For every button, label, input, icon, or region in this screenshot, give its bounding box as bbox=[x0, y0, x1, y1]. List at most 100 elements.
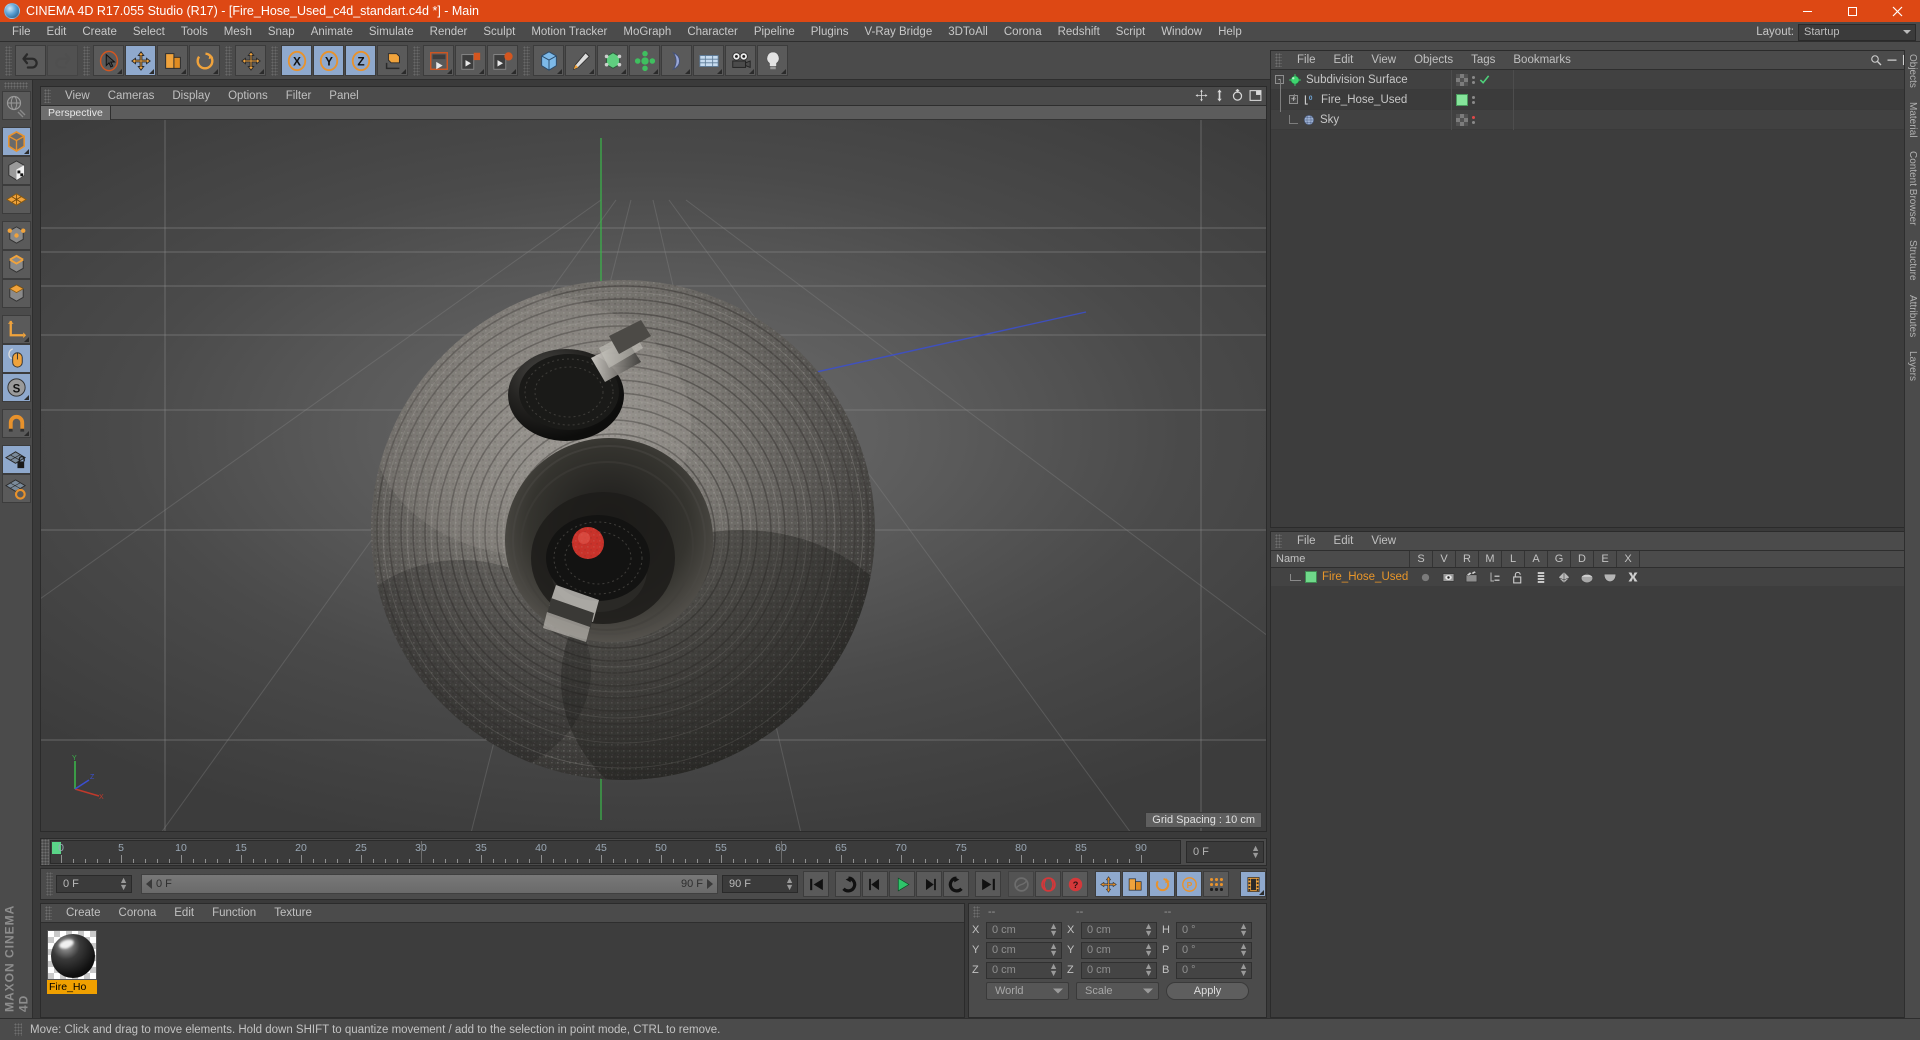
attribute-manager-row[interactable]: Fire_Hose_Used bbox=[1271, 568, 1917, 586]
expand-icon[interactable]: + bbox=[1289, 95, 1298, 104]
viewport-scale-icon[interactable] bbox=[1213, 89, 1226, 105]
object-manager-menu-view[interactable]: View bbox=[1362, 51, 1405, 70]
toolbar-grip[interactable] bbox=[5, 45, 12, 76]
spinner-icon[interactable]: ▲ ▼ bbox=[1049, 941, 1058, 957]
timeline-grip[interactable] bbox=[41, 839, 49, 865]
object-manager-menu-edit[interactable]: Edit bbox=[1325, 51, 1363, 70]
deformer-icon[interactable] bbox=[1577, 571, 1596, 584]
attr-column-name[interactable]: Name bbox=[1271, 551, 1410, 567]
coord-field-rotation-b[interactable]: 0 ° ▲ ▼ bbox=[1176, 961, 1252, 979]
spinner-icon[interactable]: ▲ ▼ bbox=[1239, 941, 1248, 957]
menu-item-character[interactable]: Character bbox=[679, 22, 746, 42]
menu-item-edit[interactable]: Edit bbox=[39, 22, 75, 42]
spinner-icon-2[interactable]: ▲ ▼ bbox=[119, 875, 128, 891]
keyframe-selection-button[interactable]: ? bbox=[1062, 871, 1088, 897]
timeline-track[interactable]: 051015202530354045505560657075808590 bbox=[50, 840, 1181, 864]
attribute-menu-edit[interactable]: Edit bbox=[1325, 532, 1363, 551]
attr-column-v[interactable]: V bbox=[1433, 551, 1456, 567]
toolbar-grip-2[interactable] bbox=[83, 45, 90, 76]
panel-minimize-icon[interactable] bbox=[1886, 54, 1898, 69]
animation-range-slider[interactable]: 0 F 90 F bbox=[141, 874, 718, 894]
material-name-label[interactable]: Fire_Ho bbox=[47, 980, 97, 994]
maximize-button[interactable] bbox=[1830, 0, 1875, 22]
object-axis-mode-button[interactable] bbox=[1, 315, 31, 344]
material-preview-sphere[interactable] bbox=[47, 930, 97, 980]
object-manager-menu-tags[interactable]: Tags bbox=[1462, 51, 1504, 70]
menu-item-pipeline[interactable]: Pipeline bbox=[746, 22, 803, 42]
viewport-3d-canvas[interactable]: Y X Z Grid Spacing : 10 cm bbox=[41, 120, 1266, 831]
viewport-move-icon[interactable] bbox=[1195, 89, 1208, 105]
menu-item-select[interactable]: Select bbox=[125, 22, 173, 42]
viewport-menu-grip[interactable] bbox=[44, 89, 51, 103]
lock-y-axis-button[interactable]: Y bbox=[313, 45, 344, 76]
model-mode-button[interactable] bbox=[1, 127, 31, 156]
manager-tree-icon[interactable] bbox=[1485, 571, 1504, 583]
layer-color-swatch[interactable] bbox=[1305, 571, 1317, 583]
menu-item-sculpt[interactable]: Sculpt bbox=[475, 22, 523, 42]
viewport-tab-perspective[interactable]: Perspective bbox=[41, 105, 111, 120]
coord-field-position-y[interactable]: 0 cm ▲ ▼ bbox=[986, 941, 1062, 959]
parameter-key-button[interactable]: P bbox=[1176, 871, 1202, 897]
visibility-dots-red-icon[interactable] bbox=[1472, 115, 1475, 124]
coord-field-rotation-p[interactable]: 0 ° ▲ ▼ bbox=[1176, 941, 1252, 959]
add-cube-button[interactable] bbox=[533, 45, 564, 76]
material-menu-create[interactable]: Create bbox=[57, 904, 110, 923]
attribute-manager-grip[interactable] bbox=[1275, 534, 1282, 548]
visible-eye-icon[interactable] bbox=[1439, 572, 1458, 583]
viewport-menu-cameras[interactable]: Cameras bbox=[99, 87, 164, 106]
object-row[interactable]: +0 Fire_Hose_Used bbox=[1271, 89, 1917, 110]
go-to-start-button[interactable] bbox=[803, 871, 829, 897]
coord-field-size-z[interactable]: 0 cm ▲ ▼ bbox=[1081, 961, 1157, 979]
object-row-name-cell[interactable]: +0 Fire_Hose_Used bbox=[1271, 93, 1451, 107]
step-forward-button[interactable] bbox=[916, 871, 942, 897]
toolbar-grip-4[interactable] bbox=[271, 45, 278, 76]
live-selection-tool[interactable] bbox=[93, 45, 124, 76]
attr-column-a[interactable]: A bbox=[1525, 551, 1548, 567]
toolbar-grip-6[interactable] bbox=[523, 45, 530, 76]
object-manager-menu-objects[interactable]: Objects bbox=[1405, 51, 1462, 70]
menu-item-motion-tracker[interactable]: Motion Tracker bbox=[523, 22, 615, 42]
menu-item-corona[interactable]: Corona bbox=[996, 22, 1050, 42]
spinner-icon[interactable]: ▲ ▼ bbox=[1049, 921, 1058, 937]
add-mograph-button[interactable] bbox=[629, 45, 660, 76]
minimize-button[interactable] bbox=[1785, 0, 1830, 22]
spinner-icon[interactable]: ▲ ▼ bbox=[1144, 941, 1153, 957]
menu-item-file[interactable]: File bbox=[4, 22, 39, 42]
coordinate-system-dropdown[interactable]: World bbox=[986, 982, 1069, 1000]
fire-hose-3d-object[interactable] bbox=[341, 240, 981, 820]
transport-preview-end-field[interactable]: 90 F ▲ ▼ bbox=[722, 875, 798, 893]
coord-field-size-x[interactable]: 0 cm ▲ ▼ bbox=[1081, 921, 1157, 939]
object-manager-grip[interactable] bbox=[1275, 53, 1282, 67]
menu-item-tools[interactable]: Tools bbox=[173, 22, 216, 42]
checker-tag-icon[interactable] bbox=[1456, 113, 1468, 126]
undo-button[interactable] bbox=[15, 45, 46, 76]
object-row[interactable]: - Subdivision Surface bbox=[1271, 69, 1917, 90]
spinner-icon[interactable]: ▲ ▼ bbox=[1239, 961, 1248, 977]
viewport-menu-panel[interactable]: Panel bbox=[320, 87, 367, 106]
scale-tool[interactable] bbox=[157, 45, 188, 76]
workplane-mode-button[interactable] bbox=[1, 185, 31, 214]
animation-bars-icon[interactable] bbox=[1531, 571, 1550, 584]
viewport-menu-display[interactable]: Display bbox=[163, 87, 219, 106]
visibility-dots-icon[interactable] bbox=[1472, 95, 1475, 104]
coordinate-manager-grip[interactable] bbox=[973, 906, 980, 918]
timeline-toggle-button[interactable] bbox=[1240, 871, 1266, 897]
lock-z-axis-button[interactable]: Z bbox=[345, 45, 376, 76]
size-mode-dropdown[interactable]: Scale bbox=[1076, 982, 1159, 1000]
transport-current-frame-field[interactable]: 0 F ▲ ▼ bbox=[56, 875, 132, 893]
menu-item-3dtoall[interactable]: 3DToAll bbox=[940, 22, 996, 42]
dock-tab-objects[interactable]: Objects bbox=[1907, 54, 1918, 88]
attr-column-d[interactable]: D bbox=[1571, 551, 1594, 567]
material-item[interactable]: Fire_Ho bbox=[47, 930, 97, 994]
xref-icon[interactable] bbox=[1623, 571, 1642, 583]
polygon-mode-button[interactable] bbox=[1, 279, 31, 308]
enabled-check-icon[interactable] bbox=[1479, 74, 1490, 85]
object-manager-tree[interactable]: - Subdivision Surface +0 Fire_Hose_Used Sky bbox=[1271, 69, 1917, 527]
autokeying-button[interactable] bbox=[1035, 871, 1061, 897]
add-spline-button[interactable] bbox=[565, 45, 596, 76]
menu-item-help[interactable]: Help bbox=[1210, 22, 1250, 42]
object-row-name-cell[interactable]: - Subdivision Surface bbox=[1271, 73, 1451, 87]
coord-field-size-y[interactable]: 0 cm ▲ ▼ bbox=[1081, 941, 1157, 959]
menu-item-create[interactable]: Create bbox=[74, 22, 125, 42]
add-light-button[interactable] bbox=[757, 45, 788, 76]
